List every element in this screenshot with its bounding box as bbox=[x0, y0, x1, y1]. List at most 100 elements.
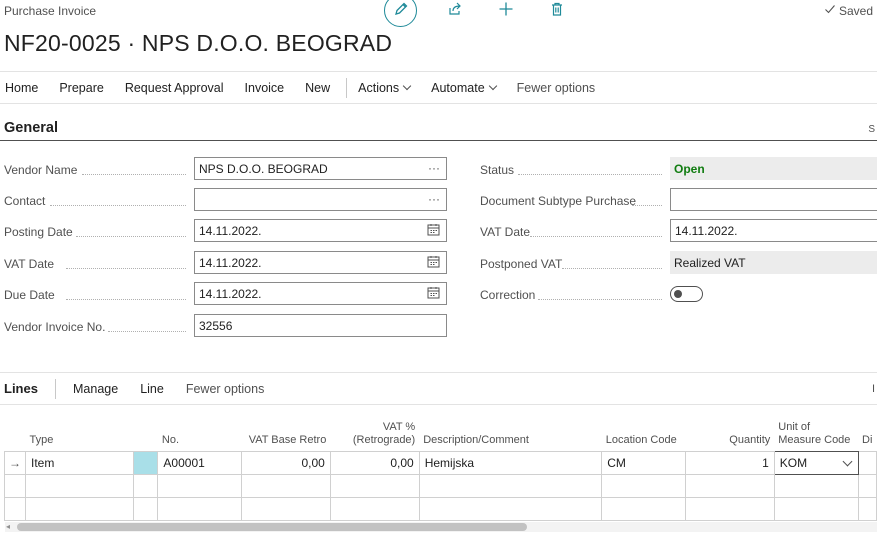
empty-cell bbox=[4, 473, 26, 498]
empty-cell[interactable] bbox=[132, 473, 159, 498]
column-header-vat-pct-retro[interactable]: VAT % (Retrograde) bbox=[330, 405, 419, 451]
toolbar-separator bbox=[55, 379, 56, 399]
column-header-marker bbox=[5, 405, 26, 451]
vat-date-field[interactable]: 14.11.2022. bbox=[194, 251, 447, 274]
chevron-down-icon bbox=[402, 81, 412, 91]
empty-cell[interactable] bbox=[601, 473, 687, 498]
document-subtype-field[interactable] bbox=[670, 188, 877, 211]
empty-cell[interactable] bbox=[857, 496, 877, 521]
dotted-leader bbox=[76, 236, 186, 237]
table-row[interactable] bbox=[4, 496, 877, 521]
scrollbar-thumb[interactable] bbox=[17, 523, 527, 531]
horizontal-scrollbar[interactable]: ◂ bbox=[5, 522, 877, 532]
empty-cell[interactable] bbox=[132, 496, 159, 521]
toolbar-separator bbox=[346, 78, 348, 98]
lines-fewer-options[interactable]: Fewer options bbox=[186, 382, 265, 396]
column-header-uom[interactable]: Unit of Measure Code bbox=[774, 405, 858, 451]
empty-cell[interactable] bbox=[857, 473, 877, 498]
empty-cell[interactable] bbox=[241, 496, 331, 521]
edit-button[interactable] bbox=[384, 0, 417, 27]
lines-manage[interactable]: Manage bbox=[73, 382, 118, 396]
add-icon bbox=[498, 1, 514, 20]
right-vat-date-field[interactable]: 14.11.2022. bbox=[670, 219, 877, 242]
empty-cell[interactable] bbox=[241, 473, 331, 498]
correction-toggle[interactable] bbox=[670, 286, 703, 302]
empty-cell[interactable] bbox=[157, 473, 243, 498]
action-request-approval[interactable]: Request Approval bbox=[120, 81, 229, 95]
empty-cell[interactable] bbox=[773, 473, 859, 498]
action-actions-label: Actions bbox=[358, 81, 400, 95]
dotted-leader bbox=[562, 268, 662, 269]
empty-cell[interactable] bbox=[601, 496, 687, 521]
cell-vat-base-retro[interactable]: 0,00 bbox=[241, 450, 331, 475]
lines-section-title[interactable]: Lines bbox=[4, 381, 38, 396]
lines-line[interactable]: Line bbox=[140, 382, 164, 396]
scroll-left-icon[interactable]: ◂ bbox=[6, 522, 10, 531]
action-home[interactable]: Home bbox=[0, 81, 43, 95]
general-section-title[interactable]: General bbox=[4, 120, 58, 136]
table-row[interactable]: → Item A00001 0,00 0,00 Hemijska CM 1 KO… bbox=[4, 450, 877, 475]
empty-cell[interactable] bbox=[685, 473, 775, 498]
column-header-location-code[interactable]: Location Code bbox=[602, 405, 686, 451]
empty-cell[interactable] bbox=[25, 473, 134, 498]
empty-cell[interactable] bbox=[773, 496, 859, 521]
share-button[interactable] bbox=[442, 0, 468, 24]
contact-field[interactable]: ··· bbox=[194, 188, 447, 211]
new-button[interactable] bbox=[493, 0, 519, 24]
share-icon bbox=[447, 1, 463, 20]
cell-uom-dropdown[interactable]: KOM bbox=[773, 450, 859, 475]
vendor-invoice-no-field[interactable]: 32556 bbox=[194, 314, 447, 337]
lines-show-more[interactable]: I bbox=[872, 383, 875, 395]
empty-cell[interactable] bbox=[685, 496, 775, 521]
cell-di[interactable] bbox=[857, 450, 877, 475]
vendor-name-value: NPS D.O.O. BEOGRAD bbox=[199, 161, 328, 176]
column-header-type[interactable]: Type bbox=[26, 405, 134, 451]
posting-date-field[interactable]: 14.11.2022. bbox=[194, 219, 447, 242]
column-header-di[interactable]: Di bbox=[858, 405, 876, 451]
row-select-cell[interactable] bbox=[132, 450, 159, 475]
action-prepare[interactable]: Prepare bbox=[54, 81, 108, 95]
vendor-name-field[interactable]: NPS D.O.O. BEOGRAD ··· bbox=[194, 157, 447, 180]
dotted-leader bbox=[66, 299, 186, 300]
postponed-vat-label: Postponed VAT bbox=[480, 257, 563, 271]
action-automate-menu[interactable]: Automate bbox=[426, 81, 501, 95]
posting-date-value: 14.11.2022. bbox=[199, 223, 262, 238]
uom-header-line2: Measure Code bbox=[778, 433, 851, 446]
action-actions-menu[interactable]: Actions bbox=[353, 81, 415, 95]
cell-location-code[interactable]: CM bbox=[601, 450, 687, 475]
column-header-no[interactable]: No. bbox=[158, 405, 242, 451]
empty-cell[interactable] bbox=[25, 496, 134, 521]
due-date-field[interactable]: 14.11.2022. bbox=[194, 282, 447, 305]
cell-vat-pct-retro[interactable]: 0,00 bbox=[329, 450, 420, 475]
action-invoice[interactable]: Invoice bbox=[240, 81, 290, 95]
saved-label: Saved bbox=[838, 3, 873, 18]
cell-no[interactable]: A00001 bbox=[157, 450, 243, 475]
delete-button[interactable] bbox=[544, 0, 570, 24]
due-date-label: Due Date bbox=[4, 288, 55, 302]
empty-cell[interactable] bbox=[329, 496, 420, 521]
empty-cell[interactable] bbox=[157, 496, 243, 521]
action-new[interactable]: New bbox=[300, 81, 335, 95]
vat-date-label: VAT Date bbox=[4, 257, 55, 271]
column-header-vat-base-retro[interactable]: VAT Base Retro bbox=[242, 405, 331, 451]
cell-type[interactable]: Item bbox=[25, 450, 134, 475]
divider bbox=[0, 372, 877, 373]
lookup-ellipsis-icon[interactable]: ··· bbox=[428, 161, 440, 175]
empty-cell[interactable] bbox=[418, 473, 603, 498]
calendar-icon[interactable] bbox=[427, 286, 440, 302]
general-show-more[interactable]: S bbox=[868, 124, 875, 135]
lookup-ellipsis-icon[interactable]: ··· bbox=[428, 192, 440, 206]
column-header-description[interactable]: Description/Comment bbox=[419, 405, 602, 451]
cell-description[interactable]: Hemijska bbox=[418, 450, 603, 475]
table-row[interactable] bbox=[4, 473, 877, 498]
lines-action-bar: Manage Line Fewer options bbox=[55, 379, 286, 399]
action-fewer-options[interactable]: Fewer options bbox=[512, 81, 601, 95]
empty-cell[interactable] bbox=[418, 496, 603, 521]
column-header-quantity[interactable]: Quantity bbox=[686, 405, 775, 451]
table-header-row: Type No. VAT Base Retro VAT % (Retrograd… bbox=[5, 405, 877, 451]
cell-quantity[interactable]: 1 bbox=[685, 450, 775, 475]
calendar-icon[interactable] bbox=[427, 223, 440, 239]
chevron-down-icon bbox=[488, 81, 497, 91]
empty-cell[interactable] bbox=[329, 473, 420, 498]
calendar-icon[interactable] bbox=[427, 255, 440, 271]
